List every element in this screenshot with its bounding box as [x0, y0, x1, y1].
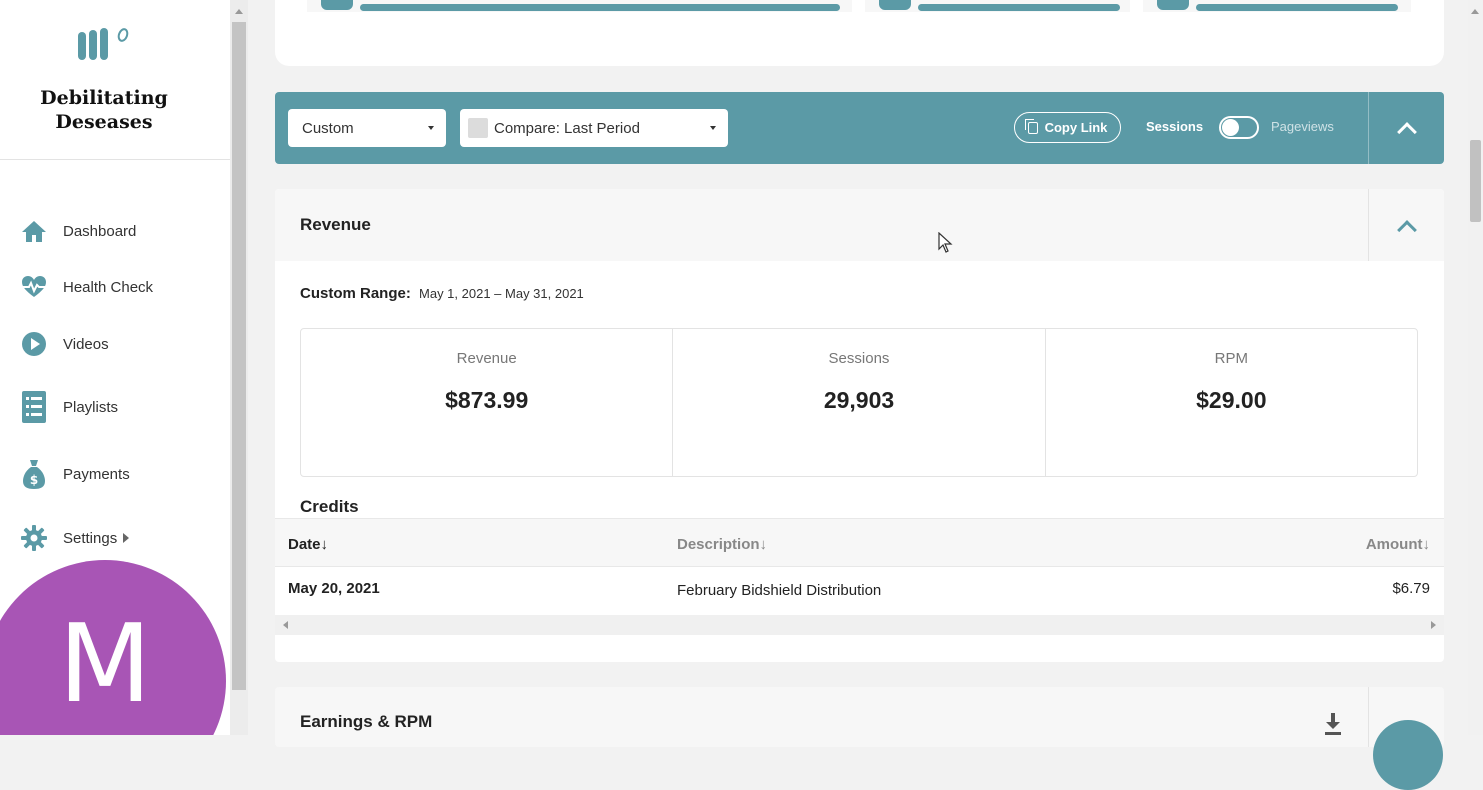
- mouse-cursor-icon: [938, 232, 953, 253]
- revenue-stats: Revenue $873.99 Sessions 29,903 RPM $29.…: [300, 328, 1418, 477]
- toggle-knob: [1222, 119, 1239, 136]
- progress-bar: [918, 4, 1120, 11]
- scroll-up-arrow-icon[interactable]: [235, 9, 243, 14]
- stat-sessions: Sessions 29,903: [673, 329, 1046, 476]
- sidebar-item-playlists[interactable]: Playlists: [20, 391, 119, 423]
- mini-widget-code: [865, 0, 1130, 12]
- column-header-amount[interactable]: Amount↓: [1366, 536, 1430, 553]
- page-scrollbar[interactable]: [1468, 0, 1483, 735]
- divider: [1368, 687, 1369, 747]
- credits-table-header: Date↓ Description↓ Amount↓: [275, 518, 1444, 567]
- cell-description: February Bidshield Distribution: [677, 582, 882, 599]
- scroll-up-arrow-icon[interactable]: [1471, 9, 1479, 14]
- svg-text:$: $: [30, 473, 38, 487]
- column-label: Description: [677, 536, 760, 553]
- code-icon: [879, 0, 911, 10]
- filter-toolbar: Custom Compare: Last Period Copy Link Se…: [275, 92, 1444, 164]
- copy-icon: [1024, 118, 1038, 134]
- custom-range: Custom Range: May 1, 2021 – May 31, 2021: [300, 285, 584, 302]
- sidebar: Debilitating Deseases Dashboard Health C…: [0, 0, 230, 735]
- home-icon: [20, 217, 48, 245]
- date-range-value: Custom: [302, 119, 354, 137]
- download-icon[interactable]: [1323, 713, 1343, 735]
- summary-card: [275, 0, 1444, 66]
- sidebar-item-label: Health Check: [63, 278, 154, 296]
- progress-bar: [1196, 4, 1398, 11]
- compare-value: Compare: Last Period: [494, 119, 640, 137]
- earnings-rpm-title: Earnings & RPM: [300, 712, 433, 731]
- collapse-toolbar-chevron-up-icon[interactable]: [1397, 122, 1417, 142]
- scroll-right-arrow-icon[interactable]: [1431, 621, 1436, 629]
- sidebar-item-settings[interactable]: Settings: [20, 524, 130, 552]
- stat-label: RPM: [1214, 350, 1248, 367]
- toggle-label-pageviews: Pageviews: [1271, 119, 1334, 134]
- compare-select[interactable]: Compare: Last Period: [460, 109, 728, 147]
- logo-icon: [78, 28, 129, 60]
- custom-range-label: Custom Range:: [300, 285, 411, 302]
- column-label: Amount: [1365, 536, 1423, 553]
- desktop-icon: [321, 0, 353, 10]
- stat-revenue: Revenue $873.99: [301, 329, 674, 476]
- list-icon: [20, 391, 48, 423]
- column-label: Date: [288, 536, 321, 553]
- play-circle-icon: [20, 330, 48, 358]
- copy-link-label: Copy Link: [1044, 120, 1108, 135]
- toggle-label-sessions: Sessions: [1146, 119, 1204, 134]
- revenue-card-header[interactable]: Revenue: [275, 189, 1444, 261]
- gear-icon: [20, 524, 48, 552]
- sidebar-item-dashboard[interactable]: Dashboard: [20, 217, 136, 245]
- mobile-icon: [1157, 0, 1189, 10]
- sidebar-item-label: Settings: [63, 529, 118, 547]
- dropdown-arrow-icon: [710, 126, 716, 130]
- cell-date: May 20, 2021: [288, 580, 380, 597]
- table-row: May 20, 2021 February Bidshield Distribu…: [275, 567, 1444, 615]
- column-header-description[interactable]: Description↓: [677, 536, 767, 553]
- table-horizontal-scrollbar[interactable]: [275, 615, 1444, 635]
- stat-value: $29.00: [1196, 387, 1267, 413]
- earnings-rpm-card[interactable]: Earnings & RPM: [275, 687, 1444, 747]
- dropdown-arrow-icon: [428, 126, 434, 130]
- revenue-title: Revenue: [300, 215, 371, 234]
- heartbeat-icon: [20, 273, 48, 301]
- sidebar-scrollbar-thumb[interactable]: [232, 22, 246, 690]
- avatar[interactable]: M: [0, 560, 226, 735]
- logo-area[interactable]: Debilitating Deseases: [0, 0, 230, 160]
- stat-label: Revenue: [456, 350, 517, 367]
- sidebar-item-label: Payments: [63, 465, 130, 483]
- mini-widget-mobile: [1143, 0, 1411, 12]
- mini-widget-desktop: [307, 0, 852, 12]
- stat-value: 29,903: [823, 387, 895, 413]
- divider: [1368, 92, 1369, 164]
- column-header-date[interactable]: Date↓: [288, 536, 328, 553]
- sidebar-item-health-check[interactable]: Health Check: [20, 273, 153, 301]
- sidebar-item-label: Playlists: [63, 398, 119, 416]
- sidebar-item-payments[interactable]: $ Payments: [20, 460, 130, 489]
- divider: [1368, 189, 1369, 261]
- sessions-pageviews-toggle[interactable]: [1219, 116, 1259, 139]
- money-bag-icon: $: [20, 460, 48, 489]
- page-scrollbar-thumb[interactable]: [1470, 140, 1481, 222]
- scroll-left-arrow-icon[interactable]: [283, 621, 288, 629]
- sidebar-item-videos[interactable]: Videos: [20, 330, 109, 358]
- revenue-card: Revenue Custom Range: May 1, 2021 – May …: [275, 189, 1444, 662]
- caret-right-icon: [123, 533, 130, 543]
- sidebar-item-label: Videos: [63, 335, 109, 353]
- progress-bar: [360, 4, 840, 11]
- copy-link-button[interactable]: Copy Link: [1014, 112, 1121, 143]
- compare-checkbox[interactable]: [468, 118, 488, 138]
- site-name: Debilitating Deseases: [40, 87, 168, 133]
- main-content: Custom Compare: Last Period Copy Link Se…: [248, 0, 1468, 790]
- cell-amount: $6.79: [1392, 580, 1430, 597]
- credits-title: Credits: [300, 497, 359, 516]
- stat-label: Sessions: [828, 350, 890, 367]
- sidebar-scrollbar[interactable]: [230, 0, 248, 735]
- custom-range-value: May 1, 2021 – May 31, 2021: [419, 286, 584, 301]
- floating-action-button[interactable]: [1373, 720, 1443, 790]
- collapse-revenue-chevron-up-icon[interactable]: [1397, 220, 1417, 240]
- stat-rpm: RPM $29.00: [1046, 329, 1417, 476]
- date-range-select[interactable]: Custom: [288, 109, 446, 147]
- sidebar-item-label: Dashboard: [63, 222, 137, 240]
- stat-value: $873.99: [445, 387, 529, 413]
